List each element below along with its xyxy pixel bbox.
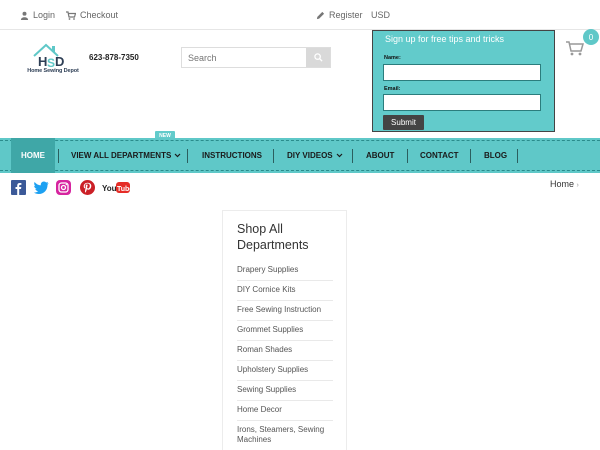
- pencil-icon: [316, 11, 325, 19]
- department-link[interactable]: Drapery Supplies: [237, 261, 333, 281]
- chevron-down-icon: [336, 153, 343, 158]
- site-logo[interactable]: H S D Home Sewing Depot: [24, 42, 82, 78]
- search-box: [181, 47, 331, 68]
- chevron-right-icon: ›: [576, 182, 579, 189]
- department-link[interactable]: Roman Shades: [237, 341, 333, 361]
- email-field[interactable]: [383, 94, 541, 111]
- cart-icon: [566, 41, 584, 56]
- shop-all-departments-panel: Shop All Departments Drapery Supplies DI…: [222, 210, 347, 450]
- nav-view-all-departments[interactable]: VIEW ALL DEPARTMENTS: [71, 138, 181, 173]
- nav-divider: [273, 149, 274, 163]
- department-link[interactable]: Free Sewing Instruction: [237, 301, 333, 321]
- name-label: Name:: [384, 55, 401, 61]
- chevron-down-icon: [174, 153, 181, 158]
- newsletter-signup: Sign up for free tips and tricks Name: E…: [372, 30, 555, 132]
- top-bar: Login Checkout Register USD: [0, 0, 600, 30]
- instagram-link[interactable]: [56, 180, 71, 195]
- departments-list: Drapery Supplies DIY Cornice Kits Free S…: [237, 261, 333, 450]
- nav-diy-videos[interactable]: DIY VIDEOS: [287, 138, 343, 173]
- cart-small-icon: [66, 10, 76, 20]
- nav-divider: [470, 149, 471, 163]
- svg-text:S: S: [47, 56, 55, 68]
- youtube-link[interactable]: You Tube: [102, 180, 133, 195]
- facebook-link[interactable]: [11, 180, 26, 195]
- register-label: Register: [329, 10, 363, 20]
- facebook-icon: [11, 180, 26, 195]
- department-link[interactable]: Upholstery Supplies: [237, 361, 333, 381]
- svg-text:You: You: [102, 184, 117, 193]
- nav-diy-videos-label: DIY VIDEOS: [287, 151, 333, 160]
- user-icon: [20, 11, 29, 20]
- instagram-icon: [56, 180, 71, 195]
- currency-selector[interactable]: USD: [371, 10, 390, 20]
- main-nav: HOME VIEW ALL DEPARTMENTS INSTRUCTIONS D…: [0, 138, 600, 173]
- search-button[interactable]: [306, 48, 330, 67]
- checkout-link[interactable]: Checkout: [66, 10, 118, 20]
- search-icon: [313, 53, 323, 62]
- breadcrumb: Home ›: [550, 179, 579, 189]
- nav-blog[interactable]: BLOG: [484, 138, 507, 173]
- twitter-link[interactable]: [34, 180, 49, 195]
- nav-divider: [58, 149, 59, 163]
- signup-title: Sign up for free tips and tricks: [385, 34, 505, 44]
- department-link[interactable]: DIY Cornice Kits: [237, 281, 333, 301]
- departments-title: Shop All Departments: [237, 222, 309, 252]
- cart-count-badge: 0: [583, 29, 599, 45]
- pinterest-link[interactable]: [80, 180, 95, 195]
- svg-text:D: D: [55, 54, 64, 68]
- register-link[interactable]: Register: [316, 10, 363, 20]
- nav-about[interactable]: ABOUT: [366, 138, 394, 173]
- login-link[interactable]: Login: [20, 10, 55, 20]
- nav-view-all-label: VIEW ALL DEPARTMENTS: [71, 151, 172, 160]
- cart-button[interactable]: [566, 40, 584, 61]
- submit-button[interactable]: Submit: [383, 115, 424, 130]
- logo-house-icon: H S D: [33, 43, 64, 70]
- twitter-icon: [34, 181, 49, 194]
- nav-instructions[interactable]: INSTRUCTIONS: [202, 138, 262, 173]
- nav-divider: [407, 149, 408, 163]
- email-label: Email:: [384, 86, 401, 92]
- youtube-icon: You Tube: [102, 182, 133, 193]
- nav-divider: [352, 149, 353, 163]
- breadcrumb-home[interactable]: Home: [550, 179, 574, 189]
- checkout-label: Checkout: [80, 10, 119, 20]
- department-link[interactable]: Home Decor: [237, 401, 333, 421]
- phone-number[interactable]: 623-878-7350: [89, 53, 139, 62]
- search-input[interactable]: [182, 48, 306, 67]
- login-label: Login: [33, 10, 56, 20]
- pinterest-icon: [80, 180, 95, 195]
- department-link[interactable]: Grommet Supplies: [237, 321, 333, 341]
- department-link[interactable]: Irons, Steamers, Sewing Machines: [237, 421, 333, 450]
- logo-text: Home Sewing Depot: [27, 68, 79, 74]
- name-field[interactable]: [383, 64, 541, 81]
- svg-text:Tube: Tube: [117, 186, 130, 193]
- nav-contact[interactable]: CONTACT: [420, 138, 459, 173]
- currency-label: USD: [371, 10, 391, 20]
- nav-home[interactable]: HOME: [11, 138, 55, 173]
- svg-text:H: H: [38, 54, 47, 68]
- department-link[interactable]: Sewing Supplies: [237, 381, 333, 401]
- nav-divider: [517, 149, 518, 163]
- nav-divider: [187, 149, 188, 163]
